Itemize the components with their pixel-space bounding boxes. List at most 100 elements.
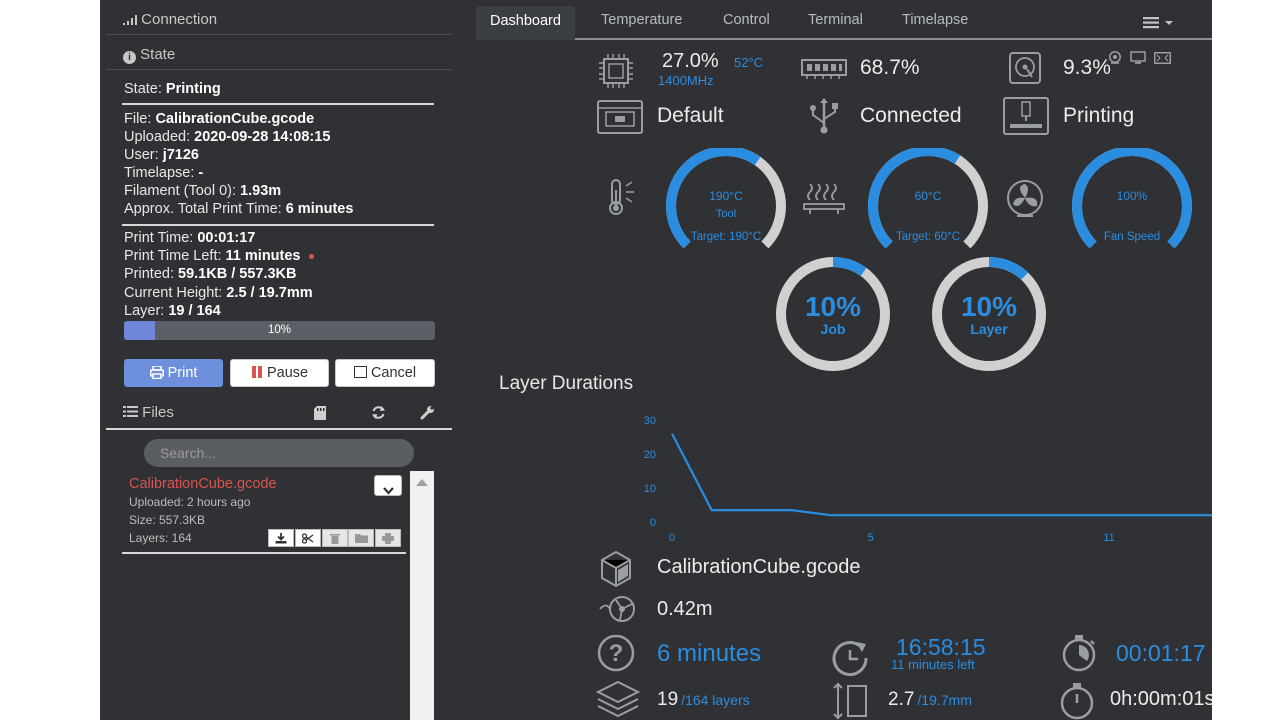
monitor-icon[interactable] xyxy=(1130,51,1146,69)
file-line: File: CalibrationCube.gcode xyxy=(124,111,314,127)
x-tick-label: 11 xyxy=(1103,532,1114,544)
layer-durations-chart: 0 10 20 30 0 5 11 xyxy=(644,415,1212,544)
fan-speed-label: Fan Speed xyxy=(1104,231,1160,243)
user-key: User: xyxy=(124,147,159,163)
tab-control[interactable]: Control xyxy=(723,12,770,28)
file-cube-icon xyxy=(598,548,638,593)
print-time-value: 00:01:17 xyxy=(197,230,256,246)
user-value: j7126 xyxy=(162,147,199,163)
print-time-key: Print Time: xyxy=(124,230,194,246)
tab-terminal[interactable]: Terminal xyxy=(808,12,863,28)
layers-total: /164 layers xyxy=(681,692,750,708)
timelapse-value: - xyxy=(198,165,204,181)
stop-icon xyxy=(353,366,367,378)
fan-icon xyxy=(1005,178,1045,223)
scroll-up-icon[interactable] xyxy=(416,479,428,486)
fullscreen-icon[interactable] xyxy=(1154,51,1171,69)
state-header[interactable]: i State xyxy=(106,35,452,70)
connection-status: Connected xyxy=(860,104,962,127)
job-progress-label: Job xyxy=(821,321,846,337)
filament-used: 0.42m xyxy=(657,598,713,620)
pause-icon xyxy=(251,361,263,387)
file-search-input[interactable]: Search... xyxy=(144,439,414,467)
disk-usage: 9.3% xyxy=(1063,56,1111,79)
trash-icon[interactable] xyxy=(322,529,348,547)
stopwatch-icon xyxy=(1059,633,1099,678)
chart-title: Layer Durations xyxy=(499,373,634,394)
printer-icon xyxy=(149,362,164,388)
connection-label: Connection xyxy=(141,11,218,28)
refresh-icon[interactable] xyxy=(371,405,386,425)
file-item-dropdown[interactable] xyxy=(374,475,402,496)
y-tick-label: 10 xyxy=(644,483,656,495)
state-label: State xyxy=(140,46,176,63)
memory-icon xyxy=(801,58,847,85)
total-time-line: Approx. Total Print Time: 6 minutes xyxy=(124,201,353,217)
sd-card-icon[interactable] xyxy=(314,406,326,425)
user-line: User: j7126 xyxy=(124,147,199,163)
folder-icon[interactable] xyxy=(348,529,374,547)
progress-label: 10% xyxy=(267,324,292,336)
series-line xyxy=(671,433,1212,517)
layers-current: 19 xyxy=(657,689,679,710)
file-item-name[interactable]: CalibrationCube.gcode xyxy=(129,476,277,492)
layer-line: Layer: 19 / 164 xyxy=(124,303,221,319)
pause-button-label: Pause xyxy=(266,365,309,381)
tool-temp-label: Tool xyxy=(716,208,736,220)
uploaded-value: 2020-09-28 14:08:15 xyxy=(194,129,331,145)
wrench-icon[interactable] xyxy=(420,405,435,425)
x-tick-label: 5 xyxy=(868,532,874,544)
y-tick-label: 0 xyxy=(650,517,656,529)
state-value: Printing xyxy=(165,81,221,97)
time-left-key: Print Time Left: xyxy=(124,248,222,264)
printed-line: Printed: 59.1KB / 557.3KB xyxy=(124,266,297,282)
file-item-uploaded: Uploaded: 2 hours ago xyxy=(129,495,251,509)
total-time-value: 6 minutes xyxy=(285,201,354,217)
printed-key: Printed: xyxy=(124,266,174,282)
job-progress-value: 10% xyxy=(805,291,861,322)
hamburger-menu-icon[interactable] xyxy=(1143,16,1175,34)
eta-clock-icon xyxy=(830,638,874,681)
print-button[interactable]: Print xyxy=(124,359,223,387)
files-header: Files xyxy=(106,398,452,430)
connection-header[interactable]: Connection xyxy=(106,0,452,35)
pause-button[interactable]: Pause xyxy=(230,359,329,387)
height-value: 2.5 / 19.7mm xyxy=(226,285,313,301)
divider xyxy=(122,552,406,554)
timelapse-key: Timelapse: xyxy=(124,165,195,181)
layer-progress-label: Layer xyxy=(970,321,1008,337)
estimated-print-time: 6 minutes xyxy=(657,640,762,667)
tab-temperature[interactable]: Temperature xyxy=(601,12,682,28)
print-time-line: Print Time: 00:01:17 xyxy=(124,230,255,246)
files-label: Files xyxy=(142,404,174,421)
usb-icon xyxy=(807,97,841,140)
heated-bed-icon xyxy=(802,180,846,221)
tab-dashboard[interactable]: Dashboard xyxy=(476,6,575,40)
download-icon[interactable] xyxy=(268,529,294,547)
tool-temp-value: 190°C xyxy=(709,189,743,203)
height-icon xyxy=(832,682,872,720)
job-progress-ring: 10% Job xyxy=(776,257,890,371)
files-title[interactable]: Files xyxy=(123,404,174,421)
question-circle-icon: ? xyxy=(596,633,636,678)
slice-icon[interactable] xyxy=(295,529,321,547)
thermometer-icon xyxy=(604,178,636,223)
chevron-down-icon xyxy=(383,482,394,500)
cpu-icon xyxy=(598,53,634,94)
info-icon: i xyxy=(123,51,136,64)
disk-icon xyxy=(1009,52,1041,89)
cpu-freq: 1400MHz xyxy=(658,73,714,88)
status-dot-icon xyxy=(308,253,314,259)
file-list-scrollbar[interactable] xyxy=(410,471,434,720)
cancel-button[interactable]: Cancel xyxy=(335,359,435,387)
fan-speed-value: 100% xyxy=(1117,189,1148,203)
cpu-temp: 52°C xyxy=(734,55,764,70)
current-file-name: CalibrationCube.gcode xyxy=(657,556,861,578)
search-placeholder: Search... xyxy=(160,445,217,461)
layers-stat: 19/164 layers xyxy=(657,689,750,711)
printer-status: Printing xyxy=(1063,104,1135,127)
bed-temp-gauge: 60°C Target: 60°C xyxy=(868,148,988,248)
tab-timelapse[interactable]: Timelapse xyxy=(902,12,968,28)
svg-text:?: ? xyxy=(609,640,624,667)
print-file-icon[interactable] xyxy=(375,529,401,547)
